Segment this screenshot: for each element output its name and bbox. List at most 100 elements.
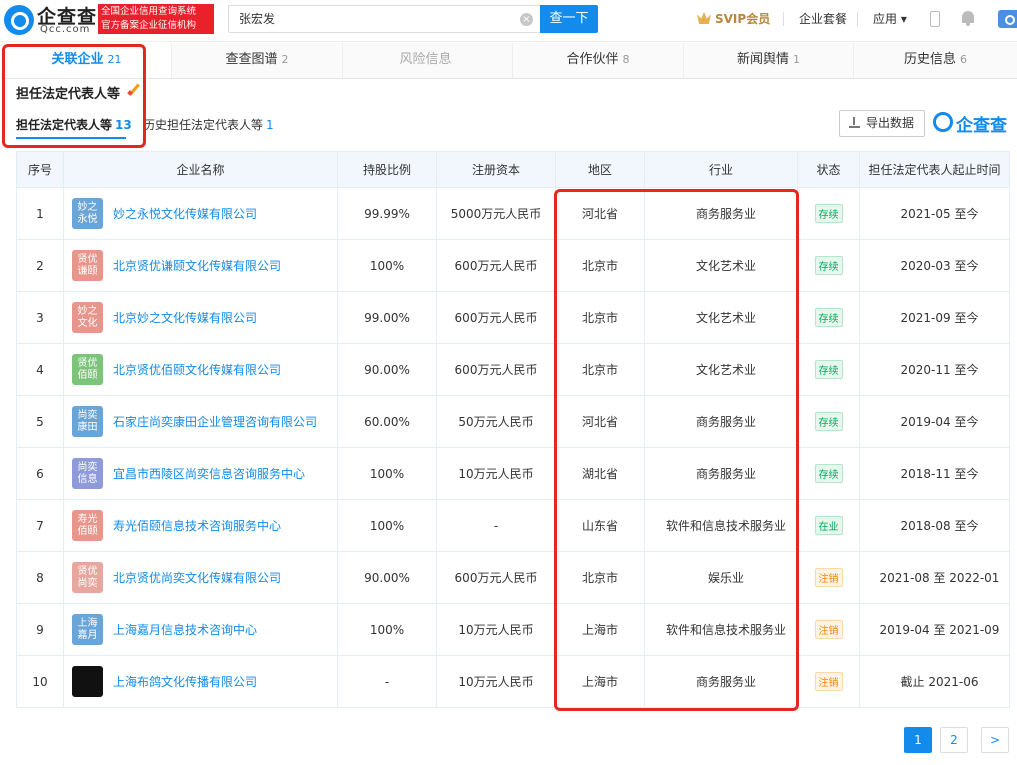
tab-news[interactable]: 新闻舆情 1 bbox=[684, 43, 854, 78]
company-cell: 妙之文化 北京妙之文化传媒有限公司 bbox=[63, 291, 338, 344]
tenure-period: 2019-04 至今 bbox=[859, 395, 1010, 448]
row-number: 2 bbox=[16, 239, 64, 292]
tab-count: 2 bbox=[281, 53, 289, 66]
company-logo[interactable]: 寿光佰颐 bbox=[72, 510, 103, 541]
industry: 商务服务业 bbox=[644, 447, 798, 500]
company-name-link[interactable]: 寿光佰颐信息技术咨询服务中心 bbox=[113, 517, 281, 534]
subtab-history-legal-rep[interactable]: 历史担任法定代表人等 1 bbox=[143, 116, 274, 133]
status-cell: 在业 bbox=[797, 499, 860, 552]
col-header[interactable]: 序号 bbox=[16, 151, 64, 188]
qcc-logo-icon[interactable] bbox=[4, 5, 34, 35]
company-name-link[interactable]: 石家庄尚奕康田企业管理咨询有限公司 bbox=[113, 413, 317, 430]
status-cell: 注销 bbox=[797, 655, 860, 708]
next-page-button[interactable]: > bbox=[981, 727, 1009, 753]
phone-icon[interactable] bbox=[930, 11, 940, 27]
col-header[interactable]: 地区 bbox=[555, 151, 645, 188]
tab-graph[interactable]: 查查图谱 2 bbox=[172, 43, 343, 78]
company-logo[interactable]: 贤优佰颐 bbox=[72, 354, 103, 385]
export-label: 导出数据 bbox=[866, 116, 915, 130]
company-logo[interactable]: 贤优尚奕 bbox=[72, 562, 103, 593]
company-logo[interactable] bbox=[72, 666, 103, 697]
region: 河北省 bbox=[555, 187, 645, 240]
company-name-link[interactable]: 北京贤优尚奕文化传媒有限公司 bbox=[113, 569, 281, 586]
export-button[interactable]: 导出数据 bbox=[839, 110, 925, 137]
page-button[interactable]: 2 bbox=[940, 727, 968, 753]
col-header[interactable]: 状态 bbox=[797, 151, 860, 188]
tab-label: 风险信息 bbox=[399, 52, 452, 67]
apps-menu[interactable]: 应用 ▾ bbox=[873, 10, 907, 27]
bell-icon[interactable] bbox=[961, 11, 975, 26]
company-logo[interactable]: 上海嘉月 bbox=[72, 614, 103, 645]
company-name-link[interactable]: 妙之永悦文化传媒有限公司 bbox=[113, 205, 257, 222]
registered-capital: 10万元人民币 bbox=[436, 603, 556, 656]
industry: 商务服务业 bbox=[644, 187, 798, 240]
company-info: 上海布鸽文化传播有限公司 bbox=[64, 666, 337, 697]
package-link[interactable]: 企业套餐 bbox=[799, 10, 847, 27]
region: 北京市 bbox=[555, 239, 645, 292]
clear-icon[interactable]: × bbox=[520, 13, 533, 26]
col-header[interactable]: 注册资本 bbox=[436, 151, 556, 188]
status-badge: 存续 bbox=[814, 412, 843, 431]
company-logo[interactable]: 贤优谦颐 bbox=[72, 250, 103, 281]
industry: 商务服务业 bbox=[644, 395, 798, 448]
company-logo[interactable]: 尚奕信息 bbox=[72, 458, 103, 489]
subtab-legal-rep[interactable]: 担任法定代表人等 13 bbox=[16, 116, 132, 133]
badge-line-1: 全国企业信用查询系统 bbox=[101, 6, 197, 17]
tenure-period: 2020-03 至今 bbox=[859, 239, 1010, 292]
search-button[interactable]: 查一下 bbox=[540, 5, 598, 33]
logo-domain: Qcc.com bbox=[40, 24, 91, 35]
tab-label: 查查图谱 bbox=[225, 52, 278, 67]
table-row[interactable]: 2 贤优谦颐 北京贤优谦颐文化传媒有限公司 100% 600万元人民币 北京市 文化艺术业存… bbox=[16, 239, 1010, 292]
svip-link[interactable]: SVIP会员 bbox=[697, 10, 770, 27]
tab-count: 6 bbox=[960, 53, 967, 66]
col-header[interactable]: 持股比例 bbox=[337, 151, 437, 188]
tenure-period: 2020-11 至今 bbox=[859, 343, 1010, 396]
table-row[interactable]: 4 贤优佰颐 北京贤优佰颐文化传媒有限公司 90.00% 600万元人民币 北京市 文化艺术… bbox=[16, 343, 1010, 396]
user-avatar[interactable] bbox=[998, 10, 1017, 28]
company-logo[interactable]: 妙之文化 bbox=[72, 302, 103, 333]
status-cell: 存续 bbox=[797, 291, 860, 344]
registered-capital: - bbox=[436, 499, 556, 552]
registered-capital: 600万元人民币 bbox=[436, 291, 556, 344]
company-name-link[interactable]: 北京贤优谦颐文化传媒有限公司 bbox=[113, 257, 281, 274]
search-input[interactable]: 张宏发 bbox=[228, 5, 540, 33]
company-cell: 尚奕康田 石家庄尚奕康田企业管理咨询有限公司 bbox=[63, 395, 338, 448]
page-button[interactable]: 1 bbox=[904, 727, 932, 753]
status-cell: 存续 bbox=[797, 187, 860, 240]
company-name-link[interactable]: 北京贤优佰颐文化传媒有限公司 bbox=[113, 361, 281, 378]
tab-risk[interactable]: 风险信息 bbox=[343, 43, 513, 78]
col-header[interactable]: 行业 bbox=[644, 151, 798, 188]
table-row[interactable]: 9 上海嘉月 上海嘉月信息技术咨询中心 100% 10万元人民币 上海市 软件和信息技术服务… bbox=[16, 603, 1010, 656]
tab-related-companies[interactable]: 关联企业 21 bbox=[2, 43, 172, 78]
industry: 商务服务业 bbox=[644, 655, 798, 708]
table-row[interactable]: 8 贤优尚奕 北京贤优尚奕文化传媒有限公司 90.00% 600万元人民币 北京市 娱乐业注… bbox=[16, 551, 1010, 604]
edit-icon[interactable] bbox=[128, 84, 140, 96]
status-cell: 存续 bbox=[797, 239, 860, 292]
tenure-period: 2019-04 至 2021-09 bbox=[859, 603, 1010, 656]
company-name-link[interactable]: 上海布鸽文化传播有限公司 bbox=[113, 673, 257, 690]
col-header[interactable]: 企业名称 bbox=[63, 151, 338, 188]
table-row[interactable]: 6 尚奕信息 宜昌市西陵区尚奕信息咨询服务中心 100% 10万元人民币 湖北省 商务服务业… bbox=[16, 447, 1010, 500]
tab-partners[interactable]: 合作伙伴 8 bbox=[513, 43, 684, 78]
registered-capital: 5000万元人民币 bbox=[436, 187, 556, 240]
tenure-period: 截止 2021-06 bbox=[859, 655, 1010, 708]
table-row[interactable]: 1 妙之永悦 妙之永悦文化传媒有限公司 99.99% 5000万元人民币 河北省 商务服务业… bbox=[16, 187, 1010, 240]
company-info: 贤优佰颐 北京贤优佰颐文化传媒有限公司 bbox=[64, 354, 337, 385]
row-number: 7 bbox=[16, 499, 64, 552]
company-name-link[interactable]: 北京妙之文化传媒有限公司 bbox=[113, 309, 257, 326]
main-tabs: 关联企业 21 查查图谱 2 风险信息 合作伙伴 8 新闻舆情 1 历史信息 6 bbox=[2, 43, 1017, 79]
table-row[interactable]: 3 妙之文化 北京妙之文化传媒有限公司 99.00% 600万元人民币 北京市 文化艺术业存… bbox=[16, 291, 1010, 344]
table-row[interactable]: 10 上海布鸽文化传播有限公司 -10万元人民币 上海市 商务服务业 注销 截止 2021-… bbox=[16, 655, 1010, 708]
company-name-link[interactable]: 上海嘉月信息技术咨询中心 bbox=[113, 621, 257, 638]
status-badge: 存续 bbox=[814, 204, 843, 223]
registered-capital: 600万元人民币 bbox=[436, 551, 556, 604]
col-header[interactable]: 担任法定代表人起止时间 bbox=[859, 151, 1010, 188]
table-row[interactable]: 5 尚奕康田 石家庄尚奕康田企业管理咨询有限公司 60.00% 50万元人民币 河北省 商务… bbox=[16, 395, 1010, 448]
table-row[interactable]: 7 寿光佰颐 寿光佰颐信息技术咨询服务中心 100% - 山东省 软件和信息技术服务业 在业 2… bbox=[16, 499, 1010, 552]
company-name-link[interactable]: 宜昌市西陵区尚奕信息咨询服务中心 bbox=[113, 465, 305, 482]
company-logo[interactable]: 尚奕康田 bbox=[72, 406, 103, 437]
tenure-period: 2021-08 至 2022-01 bbox=[859, 551, 1010, 604]
crown-icon bbox=[697, 12, 711, 24]
tab-history[interactable]: 历史信息 6 bbox=[854, 43, 1017, 78]
company-logo[interactable]: 妙之永悦 bbox=[72, 198, 103, 229]
